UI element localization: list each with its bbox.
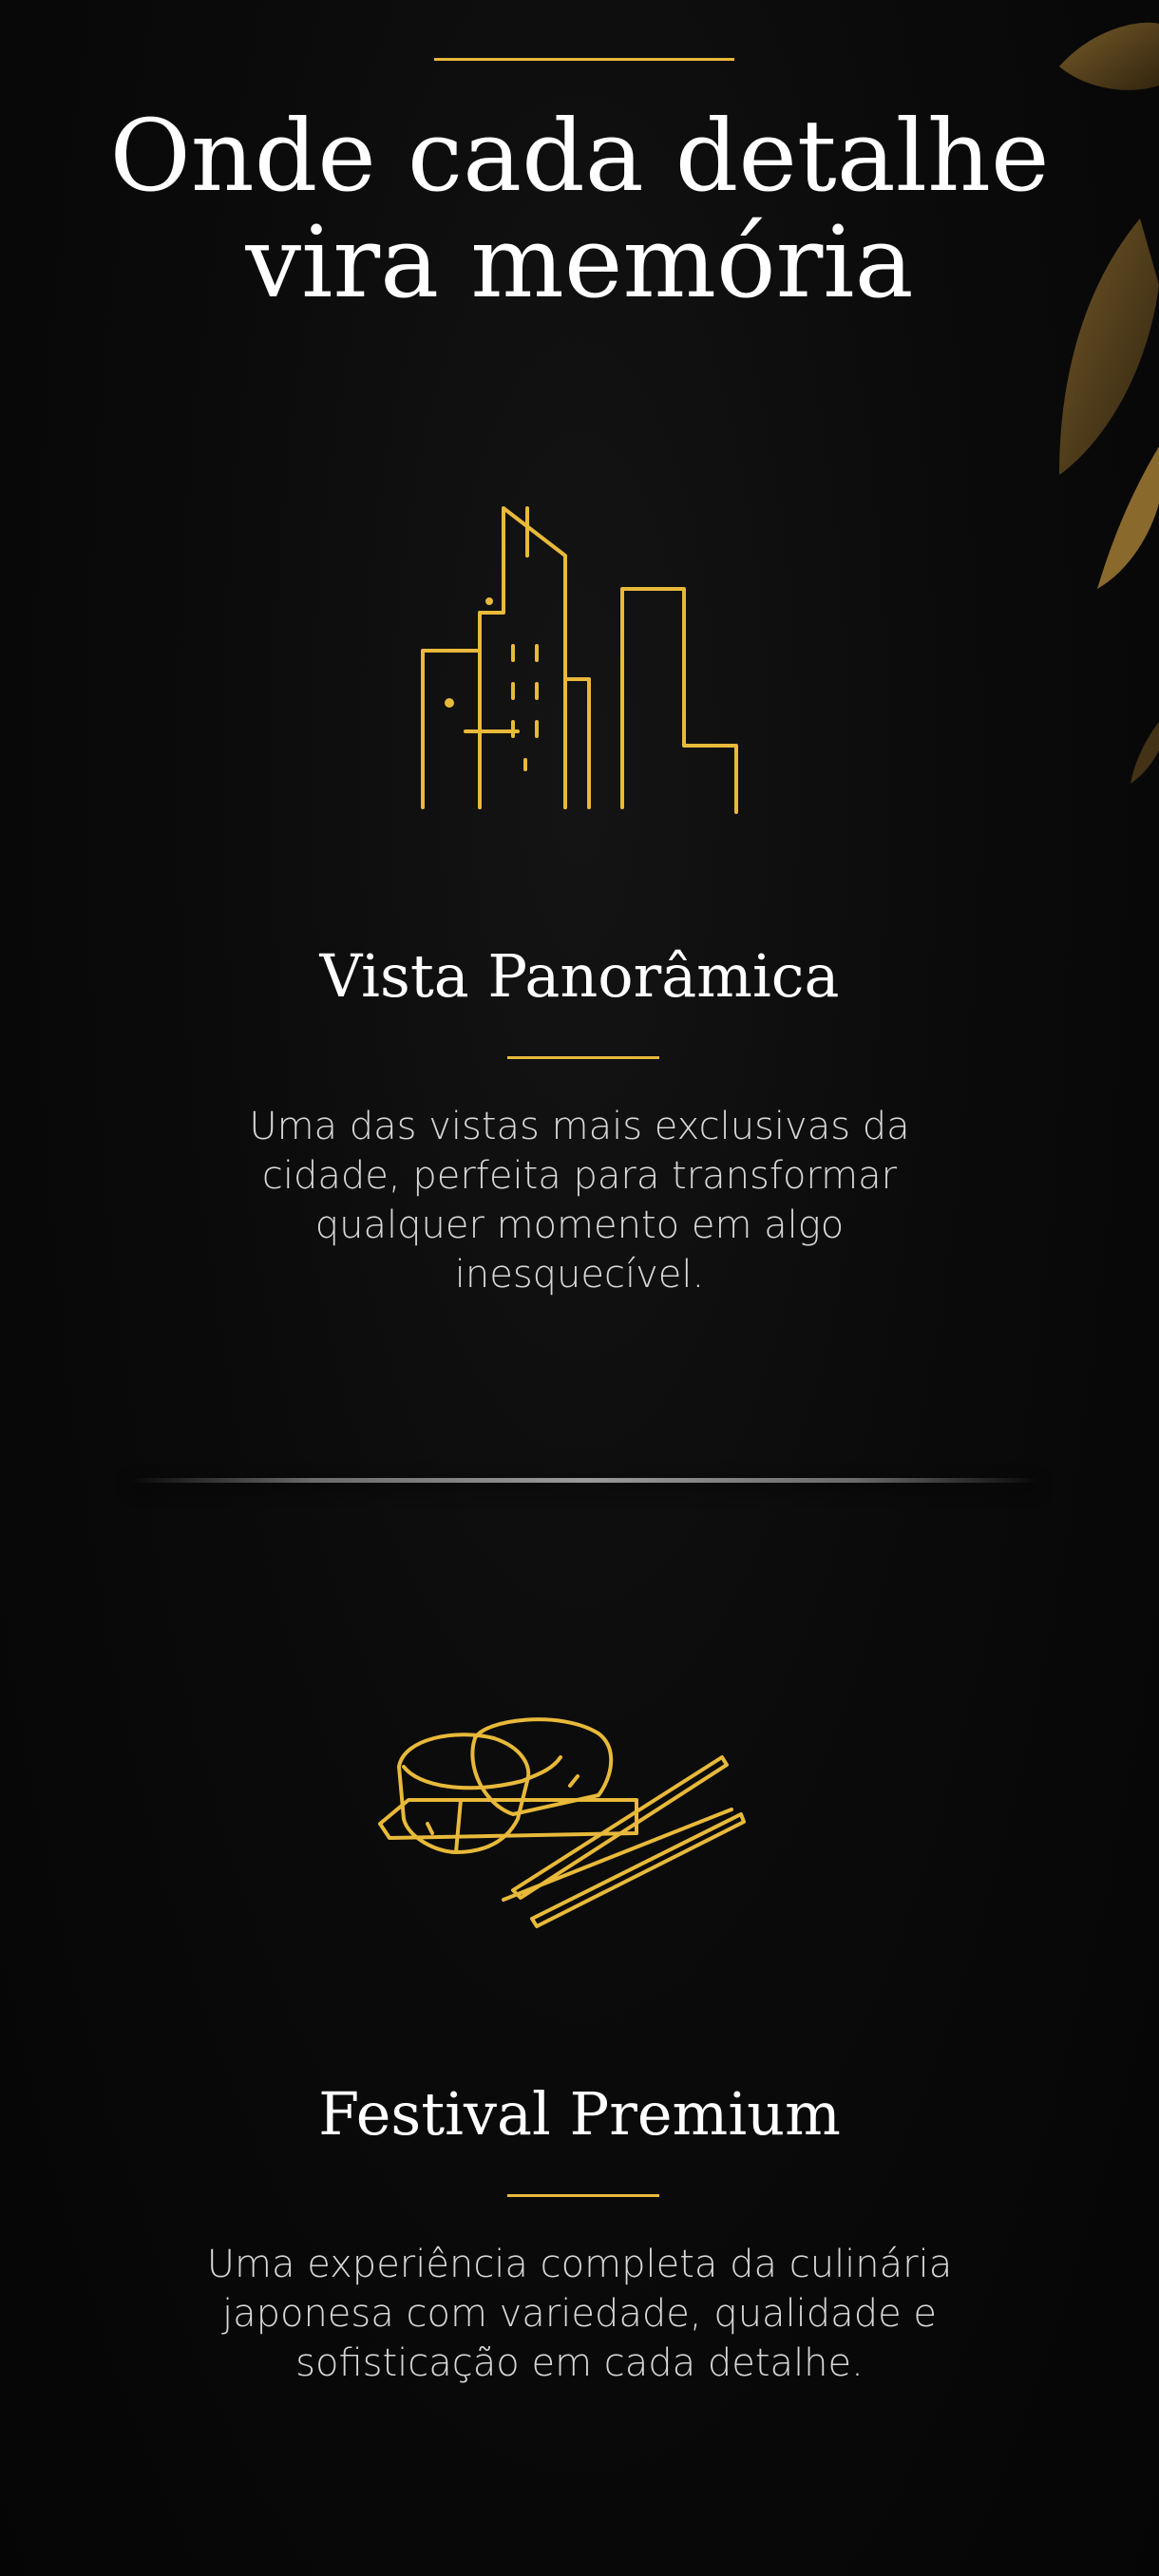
- feature-accent-line: [507, 1056, 659, 1059]
- section-divider: [133, 1478, 1036, 1483]
- feature-accent-line: [507, 2194, 659, 2197]
- sushi-chopsticks-icon: [378, 1717, 746, 1928]
- feature-title-festival: Festival Premium: [318, 2079, 841, 2149]
- headline-line-1: Onde cada detalhe: [109, 98, 1050, 214]
- page-headline: Onde cada detalhe vira memória: [0, 103, 1159, 315]
- city-skyline-icon: [421, 506, 738, 814]
- feature-description-festival: Uma experiência completa da culinária ja…: [206, 2243, 953, 2385]
- headline-line-2: vira memória: [245, 204, 914, 320]
- feature-description-vista: Uma das vistas mais exclusivas da cidade…: [249, 1105, 910, 1297]
- feature-title-vista: Vista Panorâmica: [319, 941, 840, 1011]
- top-accent-line: [434, 58, 734, 61]
